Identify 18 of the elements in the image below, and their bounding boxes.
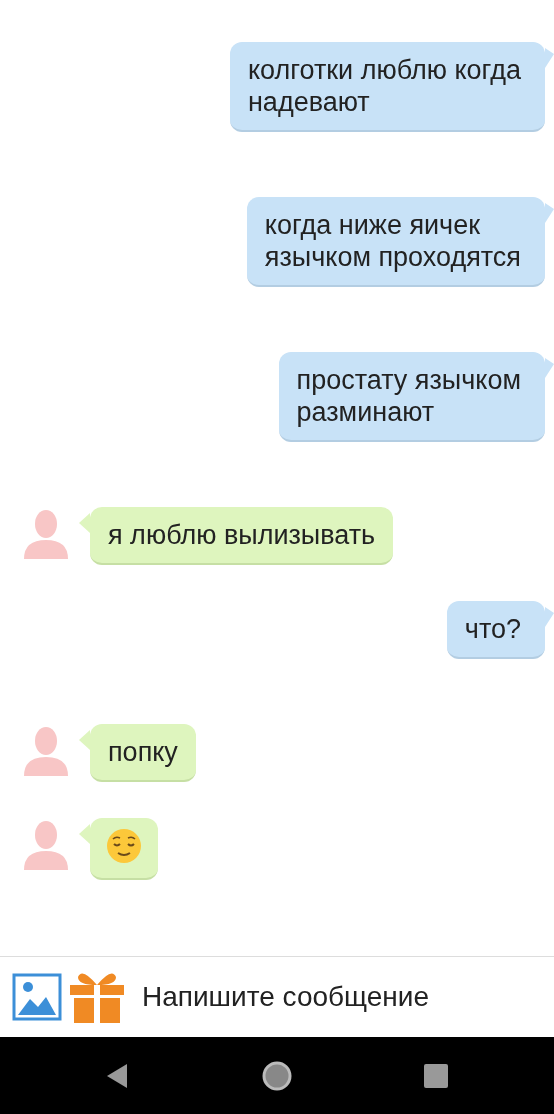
bubble-tail [545, 607, 554, 627]
bubble-tail [545, 48, 554, 68]
message-composer[interactable]: Напишите сообщение [0, 956, 554, 1037]
bubble-tail [545, 358, 554, 378]
sent-message: простату язычком разминают [278, 352, 545, 442]
sent-message: что? [446, 601, 545, 659]
bubble-tail [79, 513, 90, 533]
sent-message: когда ниже яичек язычком проходятся [246, 197, 545, 287]
received-message: попку [90, 724, 196, 782]
home-icon[interactable] [261, 1059, 293, 1092]
image-icon[interactable] [12, 973, 62, 1021]
bubble-tail [79, 730, 90, 750]
bubble-tail [545, 203, 554, 223]
recents-icon[interactable] [423, 1062, 449, 1089]
relieved-face-icon [106, 828, 142, 864]
received-message: я люблю вылизывать [90, 507, 394, 565]
message-placeholder: Напишите сообщение [142, 981, 430, 1013]
sent-message: колготки люблю когда надевают [229, 42, 545, 132]
